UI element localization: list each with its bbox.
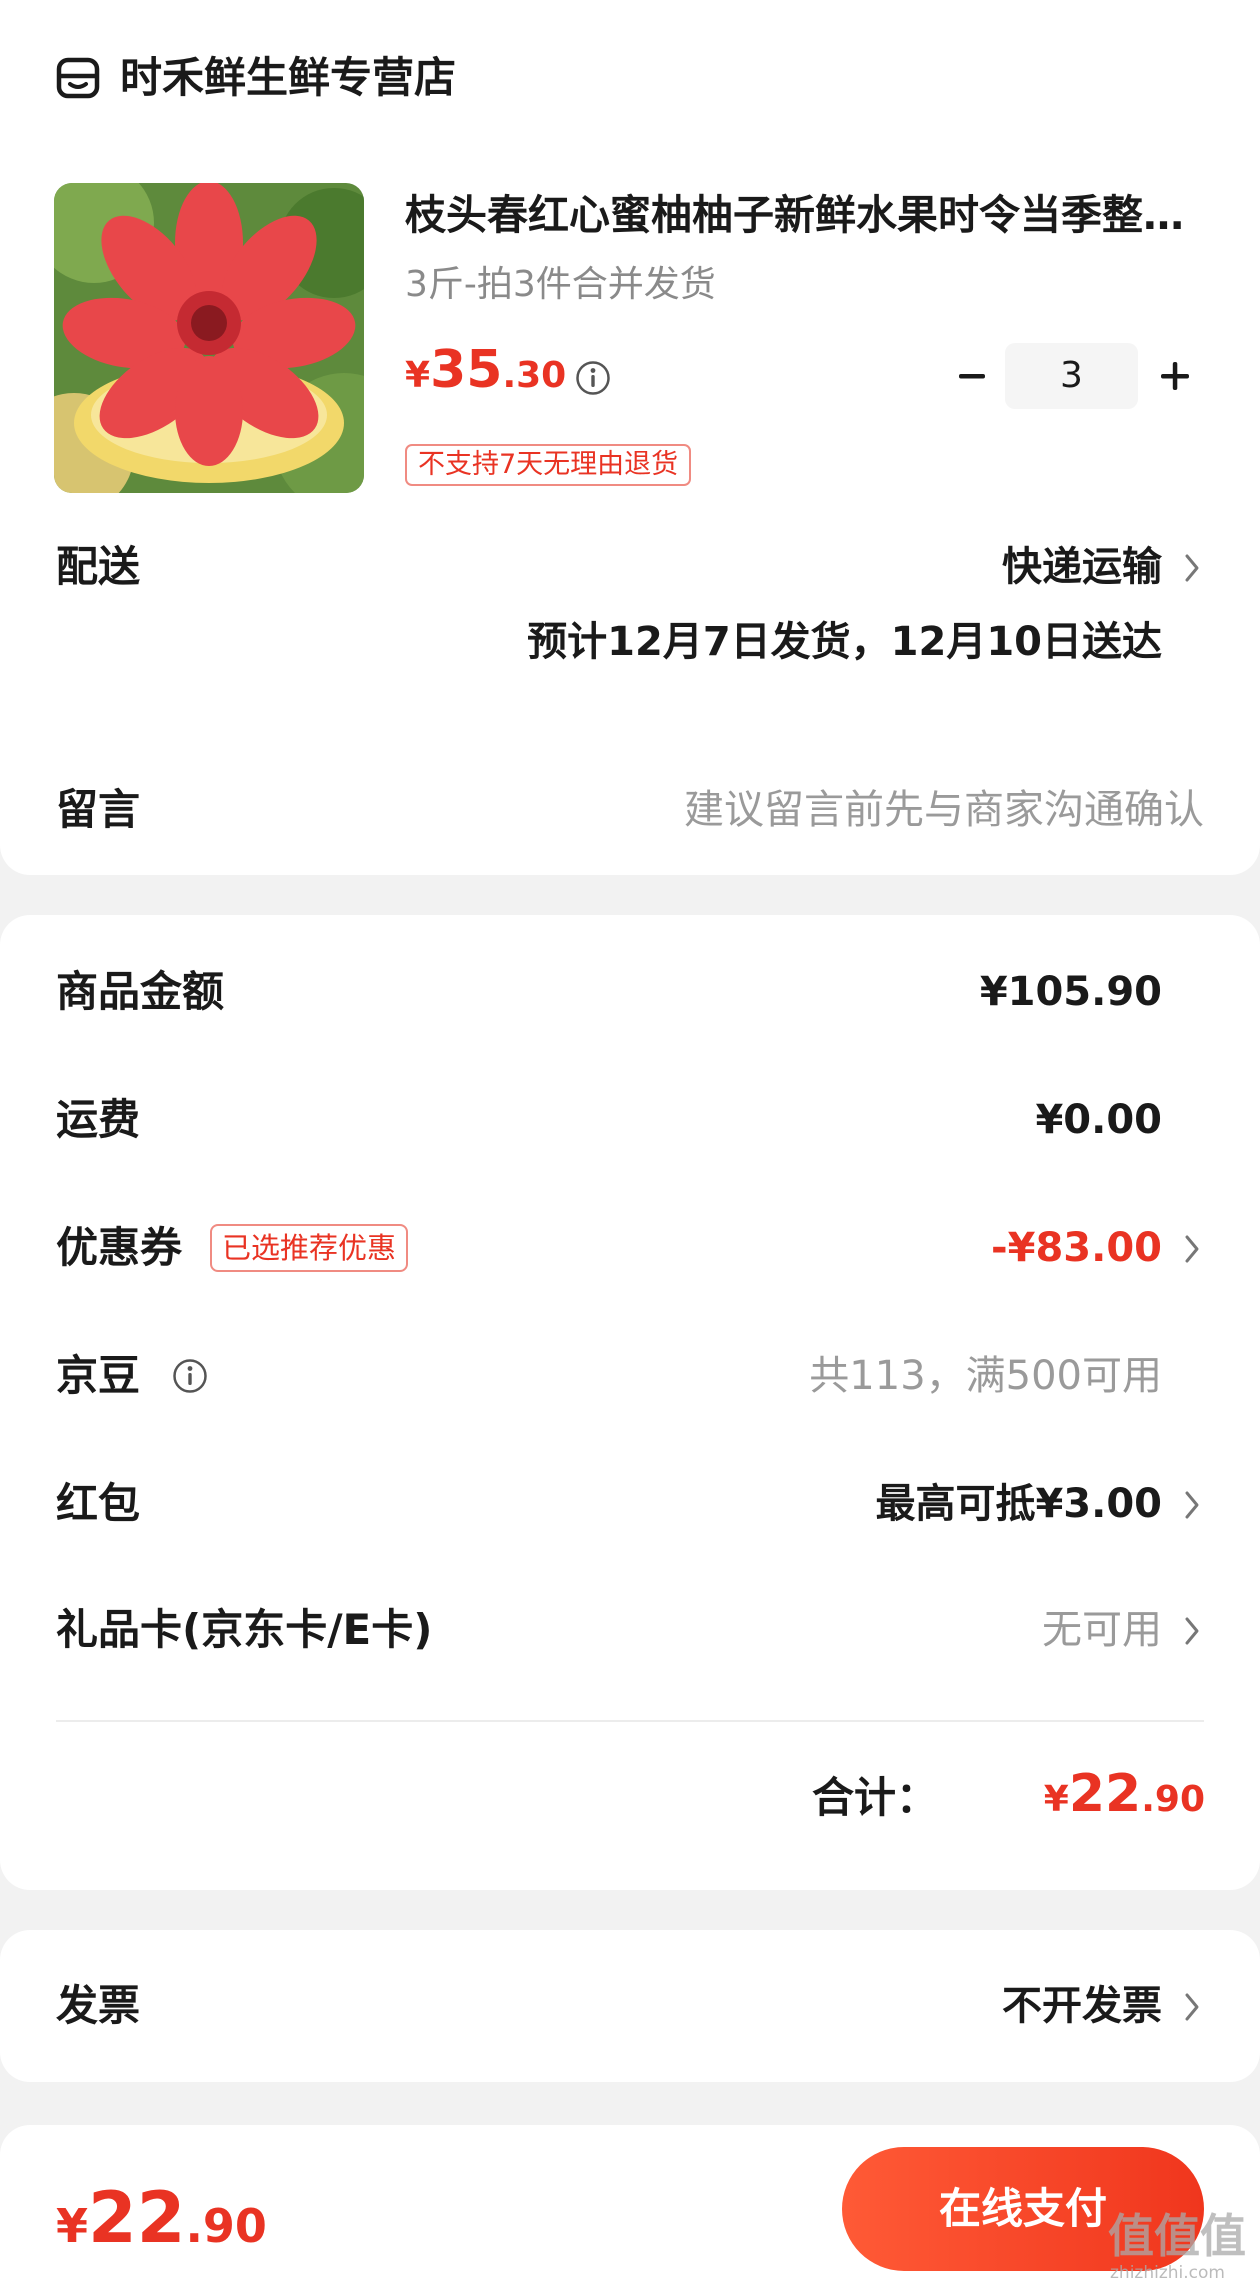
watermark-url: zhizhizhi.com (1110, 2263, 1225, 2283)
shipping-label: 配送 (56, 542, 141, 591)
chevron-right-icon[interactable] (1182, 1487, 1202, 1523)
red-packet-value[interactable]: 最高可抵¥3.00 (875, 1474, 1162, 1534)
freight-value: ¥0.00 (1035, 1097, 1162, 1143)
shipping-method[interactable]: 快递运输 (1002, 537, 1162, 597)
delivery-estimate: 预计12月7日发货，12月10日送达 (527, 619, 1162, 665)
coupon-value[interactable]: -¥83.00 (991, 1218, 1162, 1278)
gift-card-label: 礼品卡(京东卡/E卡) (56, 1605, 433, 1654)
goods-amount-label: 商品金额 (56, 967, 225, 1016)
remark-input[interactable]: 建议留言前先与商家沟通确认 (684, 780, 1204, 840)
price-currency: ¥ (405, 355, 431, 396)
subtotal-integer: 22 (1068, 1764, 1142, 1824)
remark-label: 留言 (56, 785, 141, 834)
subtotal-decimal: .90 (1141, 1779, 1205, 1820)
red-packet-label: 红包 (56, 1479, 141, 1528)
chevron-right-icon[interactable] (1182, 1613, 1202, 1649)
chevron-right-icon[interactable] (1182, 1989, 1202, 2025)
goods-amount-value: ¥105.90 (979, 969, 1162, 1015)
product-price: ¥35.30 (405, 338, 566, 414)
freight-label: 运费 (56, 1095, 141, 1144)
price-integer: 35 (430, 340, 503, 400)
store-icon (56, 57, 100, 99)
product-spec[interactable]: 3斤-拍3件合并发货 (405, 258, 716, 312)
total-decimal: .90 (185, 2199, 267, 2253)
invoice-value[interactable]: 不开发票 (1002, 1976, 1162, 2036)
gift-card-value[interactable]: 无可用 (1042, 1600, 1162, 1660)
watermark: 值值值 (1108, 2209, 1246, 2263)
subtotal-currency: ¥ (1043, 1779, 1069, 1820)
info-icon[interactable] (575, 360, 611, 396)
invoice-label: 发票 (56, 1981, 141, 2030)
chevron-right-icon[interactable] (1182, 1231, 1202, 1267)
info-icon[interactable] (172, 1358, 208, 1394)
quantity-decrease-button[interactable] (955, 353, 989, 399)
coupon-badge: 已选推荐优惠 (210, 1224, 409, 1272)
subtotal-label: 合计： (811, 1773, 938, 1822)
coupon-label: 优惠券 (56, 1223, 183, 1272)
total-currency: ¥ (56, 2199, 89, 2253)
product-image[interactable] (54, 183, 364, 493)
jingdou-value: 共113，满500可用 (809, 1353, 1162, 1399)
no-return-badge: 不支持7天无理由退货 (405, 444, 692, 486)
total-integer: 22 (88, 2177, 186, 2259)
subtotal-price: ¥22.90 (1044, 1762, 1205, 1838)
store-name[interactable]: 时禾鲜生鲜专营店 (120, 48, 456, 108)
product-title[interactable]: 枝头春红心蜜柚柚子新鲜水果时令当季整箱包邮 (405, 186, 1205, 244)
quantity-increase-button[interactable] (1155, 353, 1195, 399)
quantity-input[interactable]: 3 (1005, 343, 1138, 409)
price-decimal: .30 (502, 355, 567, 396)
total-price: ¥22.90 (56, 2178, 267, 2277)
divider (56, 1720, 1204, 1722)
chevron-right-icon[interactable] (1182, 550, 1202, 586)
jingdou-label: 京豆 (56, 1351, 141, 1400)
